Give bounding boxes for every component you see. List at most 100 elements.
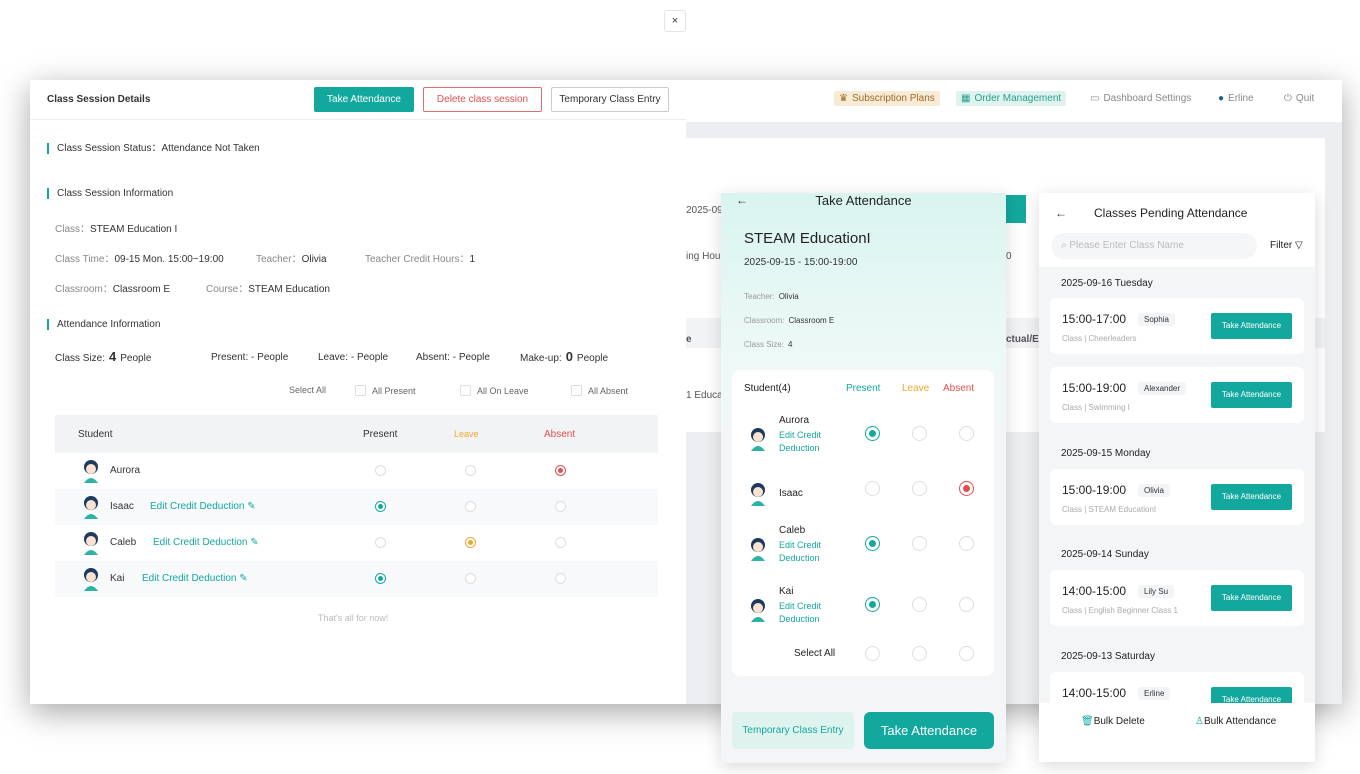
info-heading: Class Session Information	[47, 188, 173, 199]
mobile-absent-radio[interactable]	[959, 481, 974, 496]
pending-teacher: Olivia	[1138, 484, 1171, 497]
leave-radio[interactable]	[465, 573, 476, 584]
arrow-left-icon[interactable]: ←	[1055, 206, 1067, 220]
temporary-class-entry-button[interactable]: Temporary Class Entry	[551, 87, 669, 112]
present-stat: Present: - People	[211, 352, 289, 363]
avatar	[748, 427, 768, 451]
student-name: Aurora	[110, 465, 141, 476]
pending-time: 15:00-19:00	[1062, 483, 1127, 497]
order-management-link[interactable]: ▦ Order Management	[956, 91, 1067, 106]
mobile-leave-radio[interactable]	[912, 597, 927, 612]
bg-hours-fragment: ing Hou	[686, 251, 721, 262]
pending-class-card: 15:00-17:00 Sophia Class | Cheerleaders Tak…	[1050, 298, 1304, 354]
col-present: Present	[363, 429, 398, 440]
pending-teacher: Lily Su	[1138, 585, 1175, 598]
class-search-input[interactable]: ⌕ Please Enter Class Name	[1051, 233, 1257, 259]
user-menu[interactable]: ● Erline	[1218, 93, 1254, 104]
student-name: Isaac	[110, 501, 134, 512]
leave-stat: Leave: - People	[318, 352, 389, 363]
dashboard-settings-link[interactable]: ▭ Dashboard Settings	[1090, 93, 1191, 104]
pending-teacher: Alexander	[1138, 382, 1187, 395]
bulk-attendance-button[interactable]: ♙Bulk Attendance	[1195, 716, 1276, 727]
leave-radio[interactable]	[465, 537, 476, 548]
avatar	[81, 495, 101, 519]
pending-date: 2025-09-15 Monday	[1061, 448, 1151, 459]
mobile-col-student: Student(4)	[744, 383, 791, 394]
pending-take-attendance-button[interactable]: Take Attendance	[1211, 585, 1292, 611]
all-leave-checkbox[interactable]: All On Leave	[460, 385, 529, 396]
mobile-select-all[interactable]: Select All	[794, 648, 835, 659]
select-all-label: Select All	[289, 385, 327, 395]
close-icon: ×	[671, 15, 679, 27]
pending-class-name: Class | STEAM EducationI	[1062, 505, 1157, 514]
pending-take-attendance-button[interactable]: Take Attendance	[1211, 484, 1292, 510]
mobile-absent-radio[interactable]	[959, 597, 974, 612]
mobile-absent-radio[interactable]	[959, 426, 974, 441]
pending-class-card: 15:00-19:00 Olivia Class | STEAM Education…	[1050, 469, 1304, 525]
take-attendance-button[interactable]: Take Attendance	[314, 87, 414, 112]
absent-radio[interactable]	[555, 501, 566, 512]
class-session-details-panel: Class Session Details Take Attendance De…	[30, 80, 686, 704]
present-radio[interactable]	[375, 537, 386, 548]
teacher-credit-field: Teacher Credit Hours：1	[365, 254, 476, 265]
pending-take-attendance-button[interactable]: Take Attendance	[1211, 313, 1292, 339]
avatar: ●	[1218, 93, 1225, 104]
col-student: Student	[78, 429, 113, 440]
pencil-icon: ✎	[247, 501, 256, 512]
edit-credit-deduction-link[interactable]: Edit Credit Deduction ✎	[142, 573, 248, 584]
mobile-temporary-class-entry-button[interactable]: Temporary Class Entry	[732, 712, 854, 749]
pending-bottom-bar: 🗑Bulk Delete ♙Bulk Attendance	[1039, 703, 1315, 762]
class-field: Class：STEAM Education I	[55, 224, 178, 235]
close-button[interactable]: ×	[664, 10, 686, 32]
delete-class-session-button[interactable]: Delete class session	[423, 87, 542, 112]
bulk-delete-button[interactable]: 🗑Bulk Delete	[1081, 716, 1145, 727]
absent-radio[interactable]	[555, 465, 566, 476]
avatar	[81, 567, 101, 591]
class-size-stat: Class Size: 4 People	[55, 349, 152, 364]
pending-date: 2025-09-13 Saturday	[1061, 651, 1155, 662]
pending-class-name: Class | Cheerleaders	[1062, 334, 1137, 343]
edit-credit-deduction-link[interactable]: Edit Credit Deduction ✎	[150, 501, 256, 512]
select-all-leave-radio[interactable]	[912, 646, 927, 661]
mobile-absent-radio[interactable]	[959, 536, 974, 551]
pending-take-attendance-button[interactable]: Take Attendance	[1211, 382, 1292, 408]
bg-button	[1006, 195, 1026, 223]
select-all-absent-radio[interactable]	[959, 646, 974, 661]
pending-time: 14:00-15:00	[1062, 686, 1127, 700]
present-radio[interactable]	[375, 573, 386, 584]
select-all-present-radio[interactable]	[865, 646, 880, 661]
leave-radio[interactable]	[465, 465, 476, 476]
mobile-edit-credit-link[interactable]: Edit Credit Deduction	[779, 429, 839, 455]
absent-radio[interactable]	[555, 573, 566, 584]
pending-class-card: 15:00-19:00 Alexander Class | Swimming I Ta…	[1050, 367, 1304, 423]
take-attendance-mobile: ← Take Attendance STEAM EducationI 2025-…	[721, 193, 1006, 763]
filter-button[interactable]: Filter ▽	[1270, 240, 1303, 251]
mobile-present-radio[interactable]	[865, 536, 880, 551]
all-present-checkbox[interactable]: All Present	[355, 385, 416, 396]
present-radio[interactable]	[375, 501, 386, 512]
mobile-present-radio[interactable]	[865, 426, 880, 441]
absent-radio[interactable]	[555, 537, 566, 548]
leave-radio[interactable]	[465, 501, 476, 512]
table-header: Student Present Leave Absent	[55, 415, 658, 453]
mobile-edit-credit-link[interactable]: Edit Credit Deduction	[779, 600, 839, 626]
mobile-leave-radio[interactable]	[912, 426, 927, 441]
bg-educat-fragment: 1 Educat	[686, 390, 726, 401]
mobile-present-radio[interactable]	[865, 481, 880, 496]
all-absent-checkbox[interactable]: All Absent	[571, 385, 628, 396]
mobile-leave-radio[interactable]	[912, 481, 927, 496]
quit-link[interactable]: ⏻ Quit	[1284, 93, 1314, 104]
subscription-plans-link[interactable]: ♛ Subscription Plans	[834, 91, 940, 106]
mobile-edit-credit-link[interactable]: Edit Credit Deduction	[779, 539, 839, 565]
mobile-leave-radio[interactable]	[912, 536, 927, 551]
mobile-title: Take Attendance	[815, 193, 912, 208]
edit-credit-deduction-link[interactable]: Edit Credit Deduction ✎	[153, 537, 259, 548]
mobile-present-radio[interactable]	[865, 597, 880, 612]
pending-date: 2025-09-16 Tuesday	[1061, 278, 1153, 289]
power-icon: ⏻	[1284, 93, 1292, 104]
bg-zero-fragment: 0	[1006, 251, 1012, 262]
present-radio[interactable]	[375, 465, 386, 476]
makeup-stat: Make-up: 0 People	[520, 349, 609, 364]
mobile-col-absent: Absent	[943, 383, 975, 394]
mobile-take-attendance-button[interactable]: Take Attendance	[864, 712, 994, 749]
